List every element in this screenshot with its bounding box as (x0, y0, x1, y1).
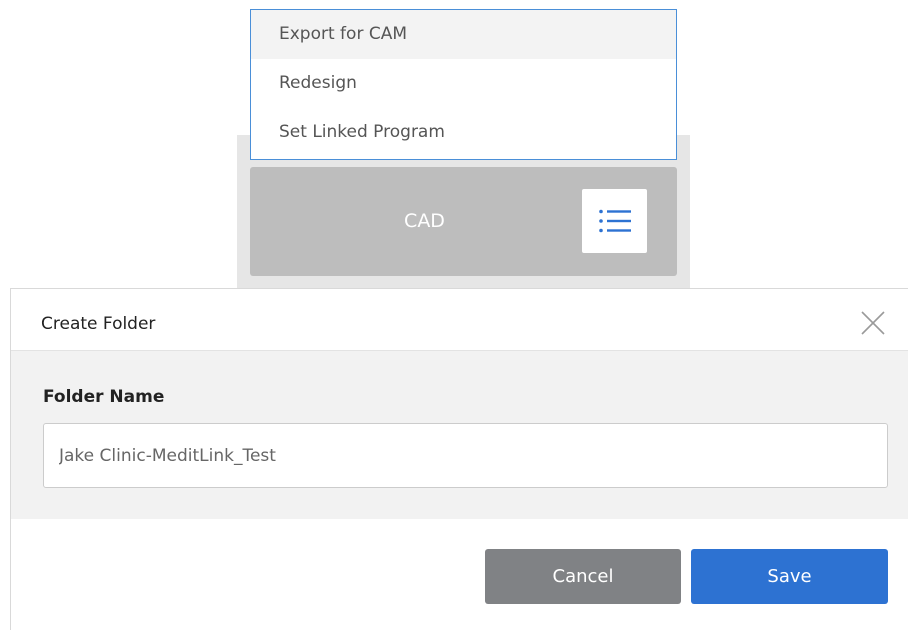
close-button[interactable] (859, 309, 887, 337)
folder-name-label: Folder Name (43, 387, 165, 407)
dialog-title: Create Folder (41, 314, 156, 334)
card-menu-button[interactable] (582, 189, 647, 253)
folder-name-input[interactable] (43, 423, 888, 488)
cad-card[interactable]: CAD (250, 167, 677, 276)
cad-card-label: CAD (404, 210, 445, 232)
dialog-header: Create Folder (11, 289, 908, 351)
list-icon (598, 209, 631, 233)
context-menu: Export for CAM Redesign Set Linked Progr… (250, 9, 677, 160)
menu-item-set-linked-program[interactable]: Set Linked Program (251, 108, 676, 157)
close-icon (861, 311, 885, 335)
create-folder-dialog: Create Folder Folder Name Cancel Save (10, 288, 908, 630)
menu-item-redesign[interactable]: Redesign (251, 59, 676, 108)
dialog-body: Folder Name (11, 351, 908, 519)
cancel-button[interactable]: Cancel (485, 549, 681, 604)
menu-item-export-for-cam[interactable]: Export for CAM (251, 10, 676, 59)
save-button[interactable]: Save (691, 549, 888, 604)
screen: CAD Export for CAM Redesign Set Linked P… (0, 0, 908, 630)
